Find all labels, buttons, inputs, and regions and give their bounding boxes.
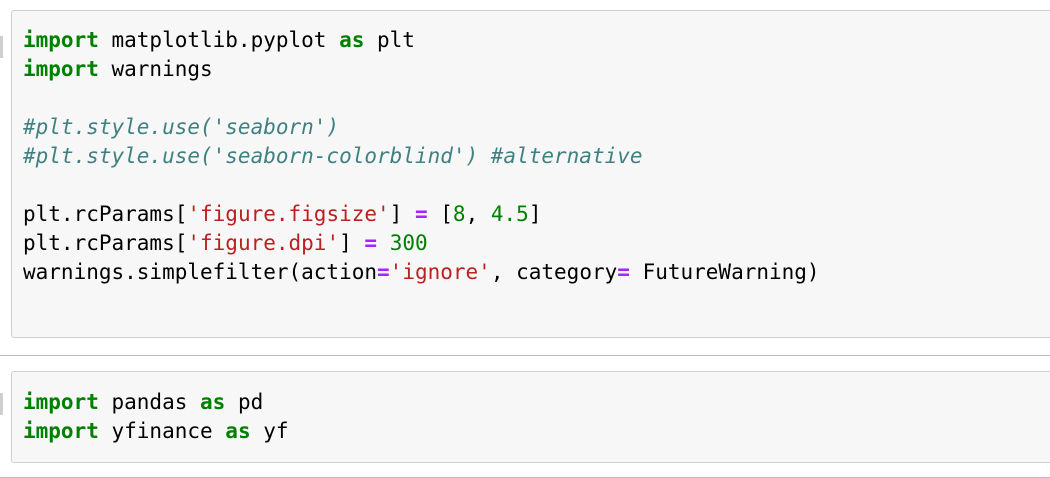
code-token: import	[23, 57, 99, 81]
code-token: #plt.style.use('seaborn-colorblind') #al…	[23, 144, 643, 168]
code-token: 4.5	[490, 202, 529, 226]
code-line: import warnings	[23, 55, 820, 84]
code-token: ]	[339, 231, 365, 255]
code-token: ]	[528, 202, 542, 226]
cell-prompt-marker	[0, 393, 3, 415]
notebook: import matplotlib.pyplot as plt import wa…	[0, 0, 1050, 478]
code-token: as	[339, 28, 365, 52]
code-block[interactable]: import pandas as pd import yfinance as yf	[23, 388, 289, 446]
code-line: import matplotlib.pyplot as plt	[23, 26, 820, 55]
code-token: pandas	[98, 390, 201, 414]
code-token: =	[414, 202, 428, 226]
code-line: plt.rcParams['figure.dpi'] = 300	[23, 229, 820, 258]
code-line: ​	[23, 171, 820, 200]
code-token: as	[200, 390, 226, 414]
code-token: =	[364, 231, 378, 255]
code-line: plt.rcParams['figure.figsize'] = [8, 4.5…	[23, 200, 820, 229]
code-token: warnings.simplefilter(action	[23, 260, 378, 284]
code-token: 8	[452, 202, 466, 226]
code-token: =	[377, 260, 390, 284]
code-token: [	[427, 202, 453, 226]
code-block[interactable]: import matplotlib.pyplot as plt import wa…	[23, 26, 820, 287]
code-token: #plt.style.use('seaborn')	[23, 115, 340, 139]
code-token: import	[23, 419, 99, 443]
code-token: matplotlib.pyplot	[98, 28, 340, 52]
code-token: import	[23, 28, 99, 52]
code-token: ]	[389, 202, 415, 226]
code-line: ​	[23, 84, 820, 113]
code-token: 'ignore'	[389, 260, 491, 284]
code-token: ,	[465, 202, 491, 226]
code-token: yf	[250, 419, 289, 443]
code-token: import	[23, 390, 99, 414]
code-token: plt.rcParams[	[23, 231, 188, 255]
code-input-area[interactable]: import pandas as pd import yfinance as yf	[11, 371, 1050, 463]
code-token: as	[225, 419, 251, 443]
cell-separator	[0, 355, 1050, 356]
code-token: warnings	[98, 57, 213, 81]
code-token: FutureWarning)	[629, 260, 820, 284]
code-token: yfinance	[98, 419, 226, 443]
code-token: =	[617, 260, 630, 284]
code-line: warnings.simplefilter(action='ignore', c…	[23, 258, 820, 287]
code-input-area[interactable]: import matplotlib.pyplot as plt import wa…	[11, 10, 1050, 338]
code-token: , category	[490, 260, 618, 284]
code-token: 'figure.figsize'	[187, 202, 390, 226]
code-line: import pandas as pd	[23, 388, 289, 417]
code-line: #plt.style.use('seaborn-colorblind') #al…	[23, 142, 820, 171]
code-cell-2[interactable]: import pandas as pd import yfinance as yf	[0, 371, 1050, 463]
code-token: plt.rcParams[	[23, 202, 188, 226]
code-token: plt	[364, 28, 415, 52]
code-token: 'figure.dpi'	[187, 231, 340, 255]
code-line: import yfinance as yf	[23, 417, 289, 446]
code-line: #plt.style.use('seaborn')	[23, 113, 820, 142]
code-cell-1[interactable]: import matplotlib.pyplot as plt import wa…	[0, 10, 1050, 338]
code-token: pd	[225, 390, 264, 414]
code-token: 300	[389, 231, 428, 255]
cell-prompt-marker	[0, 36, 3, 58]
